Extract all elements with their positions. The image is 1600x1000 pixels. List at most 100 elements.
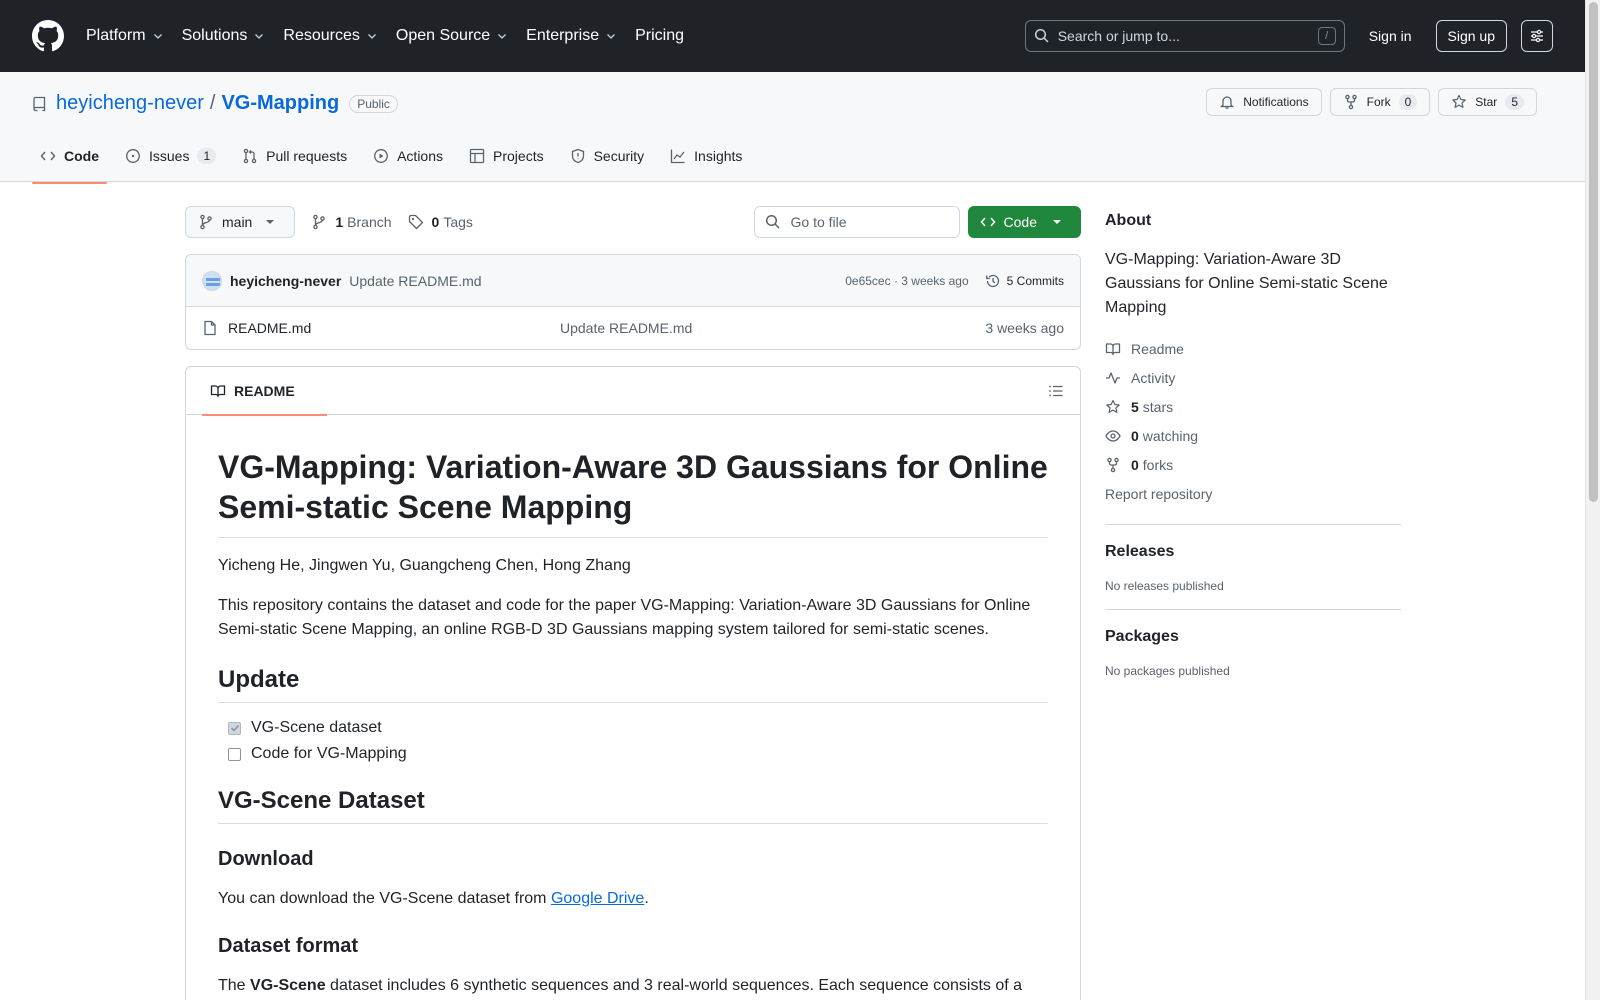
file-commit-time: 3 weeks ago [985,320,1064,336]
readme-tab[interactable]: README [202,367,327,416]
format-paragraph: The VG-Scene dataset includes 6 syntheti… [218,974,1048,998]
stars-count: 5 [1131,398,1139,415]
branch-icon [313,214,326,230]
avatar[interactable] [202,270,222,291]
search-input[interactable]: Search or jump to... / [1024,20,1345,52]
readme-body: VG-Mapping: Variation-Aware 3D Gaussians… [186,415,1080,1000]
sign-up-button[interactable]: Sign up [1435,20,1507,52]
stars-link[interactable]: 5 stars [1105,392,1401,421]
forks-link[interactable]: 0 forks [1105,450,1401,479]
tab-actions[interactable]: Actions [365,142,451,182]
fork-button[interactable]: Fork 0 [1329,88,1431,116]
nav-enterprise[interactable]: Enterprise [526,27,617,45]
forks-label: forks [1142,456,1174,473]
pulse-icon [1106,371,1120,384]
format-heading: Dataset format [218,935,359,957]
file-commit-message[interactable]: Update README.md [560,320,985,336]
chevron-down-icon [607,34,616,39]
nav-pricing[interactable]: Pricing [635,27,684,45]
star-button[interactable]: Star 5 [1438,88,1537,116]
nav-platform[interactable]: Platform [86,27,164,45]
tab-issues[interactable]: Issues 1 [117,142,224,182]
history-icon [985,274,999,287]
main-nav: Platform Solutions Resources Open Source… [86,27,702,45]
about-heading: About [1105,212,1152,229]
readme-header: README [186,367,1080,416]
nav-resources[interactable]: Resources [283,27,377,45]
file-name-link[interactable]: README.md [228,320,560,336]
file-toolbar: main 1 Branch 0 Tags Go to file Code [185,206,1081,238]
task-item: Code for VG-Mapping [228,745,1048,763]
commit-message[interactable]: Update README.md [349,273,481,289]
go-to-file-input[interactable]: Go to file [753,206,960,238]
github-logo-icon[interactable] [32,20,64,52]
report-repository-link[interactable]: Report repository [1105,479,1401,508]
fork-label: Fork [1366,95,1391,109]
repo-icon [33,96,46,111]
google-drive-link[interactable]: Google Drive [551,890,644,907]
branch-select-button[interactable]: main [185,206,296,238]
tags-link[interactable]: 0 Tags [408,214,473,230]
sign-in-link[interactable]: Sign in [1369,28,1412,44]
tab-label: Pull requests [266,148,348,164]
notifications-button[interactable]: Notifications [1206,88,1322,116]
readme-link[interactable]: Readme [1105,334,1401,363]
tab-label: Insights [694,148,743,164]
chevron-down-icon [367,34,376,39]
tab-projects[interactable]: Projects [461,142,552,182]
list-icon[interactable] [1048,383,1064,399]
fork-count: 0 [1398,94,1418,110]
nav-open-source[interactable]: Open Source [396,27,508,45]
repo-name-link[interactable]: VG-Mapping [221,92,339,115]
task-label: VG-Scene dataset [251,719,382,736]
code-button-label: Code [1003,214,1037,230]
chevron-down-icon [498,34,507,39]
tab-security[interactable]: Security [562,142,653,182]
nav-label: Enterprise [526,27,600,44]
tab-code[interactable]: Code [32,142,107,184]
watching-count: 0 [1131,427,1139,444]
tab-label: Security [593,148,645,164]
activity-label: Activity [1131,369,1176,386]
book-icon [210,384,226,397]
packages-heading[interactable]: Packages [1105,628,1401,646]
settings-menu-button[interactable] [1521,20,1553,52]
table-row[interactable]: README.md Update README.md 3 weeks ago [186,307,1080,349]
tab-insights[interactable]: Insights [662,142,750,182]
branch-icon [200,214,212,230]
page-scrollbar[interactable] [1585,0,1600,1000]
main-content: main 1 Branch 0 Tags Go to file Code hey… [185,206,1081,1000]
tab-label: Code [64,148,99,164]
activity-link[interactable]: Activity [1105,363,1401,392]
commit-author[interactable]: heyicheng-never [230,273,341,289]
commits-count: 5 Commits [1006,273,1064,288]
code-dropdown-button[interactable]: Code [967,206,1081,238]
file-list: heyicheng-never Update README.md 0e65cec… [185,254,1081,350]
star-icon [1452,94,1467,108]
repo-tabs: Code Issues 1 Pull requests Actions Proj… [32,142,760,184]
commits-history-link[interactable]: 5 Commits [985,273,1064,289]
nav-solutions[interactable]: Solutions [182,27,266,45]
dataset-heading: VG-Scene Dataset [218,787,1048,824]
forks-count: 0 [1131,456,1139,473]
repo-owner-link[interactable]: heyicheng-never [56,92,204,115]
repo-title: heyicheng-never / VG-Mapping Public [32,92,398,115]
download-period: . [644,890,649,907]
pull-request-icon [243,148,257,164]
commit-meta[interactable]: 0e65cec · 3 weeks ago [845,274,968,288]
chevron-down-icon [255,34,264,39]
visibility-badge: Public [349,94,398,113]
sidebar-divider [1105,609,1401,610]
check-icon [230,724,239,732]
stars-label: stars [1142,398,1174,415]
releases-heading[interactable]: Releases [1105,543,1401,561]
book-icon [1105,342,1121,355]
watching-link[interactable]: 0 watching [1105,421,1401,450]
branches-link[interactable]: 1 Branch [311,214,392,230]
readme-panel: README VG-Mapping: Variation-Aware 3D Ga… [185,366,1081,1000]
go-to-file-placeholder: Go to file [790,214,847,230]
tab-pull-requests[interactable]: Pull requests [234,142,355,182]
checkbox-checked [228,721,241,735]
scrollbar-thumb[interactable] [1589,2,1598,502]
tab-label: Issues [149,148,190,164]
